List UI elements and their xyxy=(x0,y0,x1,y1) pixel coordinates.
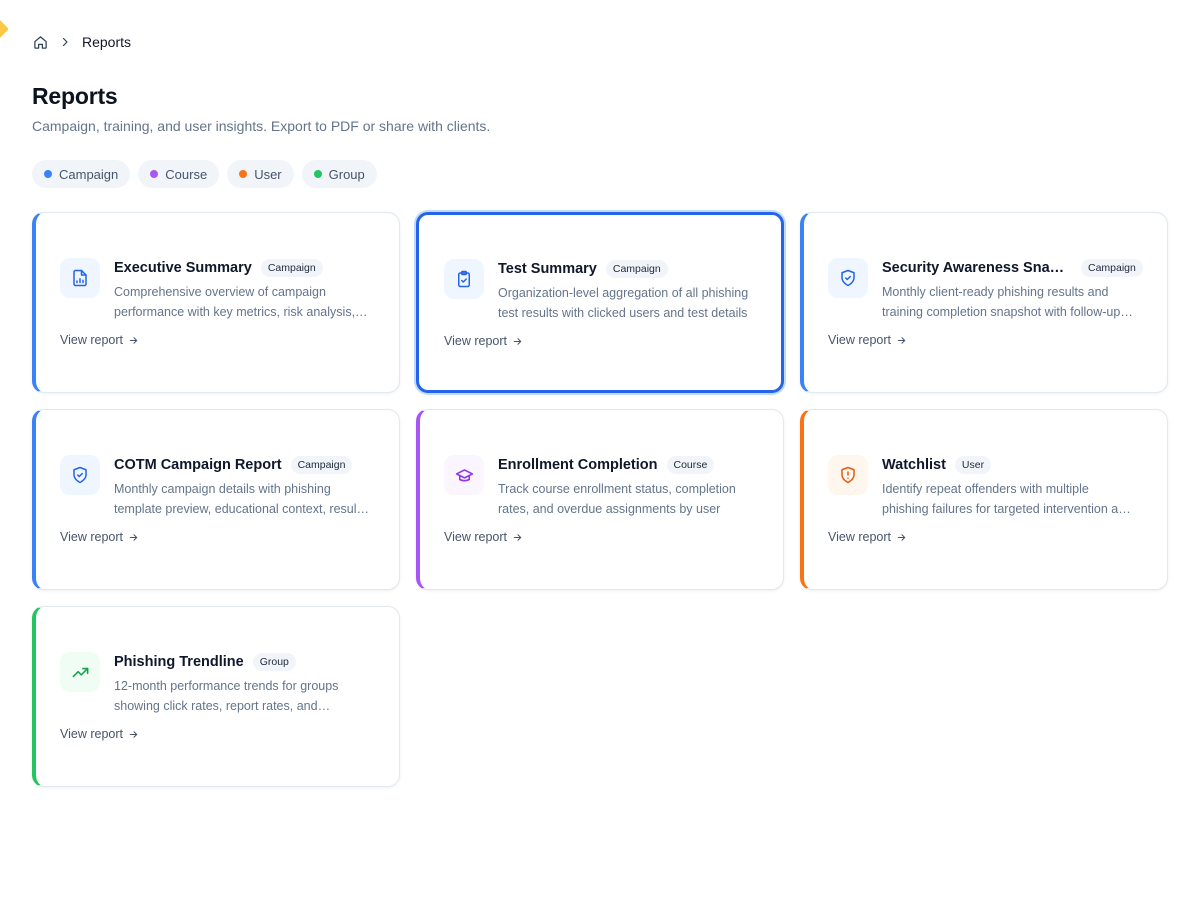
arrow-right-icon xyxy=(513,337,522,345)
chevron-right-icon xyxy=(58,35,72,49)
legend-dot xyxy=(150,170,159,178)
report-card-grid: Executive Summary Campaign Comprehensive… xyxy=(32,212,1168,787)
view-report-link[interactable]: View report xyxy=(444,334,523,348)
view-report-label: View report xyxy=(828,530,891,544)
corner-decoration xyxy=(0,19,9,39)
view-report-label: View report xyxy=(444,530,507,544)
report-type-badge: Campaign xyxy=(1081,259,1143,277)
breadcrumb-current: Reports xyxy=(82,34,132,50)
legend-label: Campaign xyxy=(59,166,119,182)
report-card-phishing-trendline[interactable]: Phishing Trendline Group 12-month perfor… xyxy=(32,606,400,787)
view-report-label: View report xyxy=(828,333,891,347)
view-report-link[interactable]: View report xyxy=(60,530,139,544)
report-card-enrollment-completion[interactable]: Enrollment Completion Course Track cours… xyxy=(416,409,784,590)
view-report-link[interactable]: View report xyxy=(828,530,907,544)
report-type-badge: Campaign xyxy=(260,259,323,277)
shield-check-icon xyxy=(828,258,868,298)
file-chart-icon xyxy=(60,258,100,298)
report-title: Security Awareness Snapshot xyxy=(882,260,1072,276)
legend-dot xyxy=(313,170,322,178)
report-type-badge: User xyxy=(954,456,992,474)
view-report-link[interactable]: View report xyxy=(828,333,907,347)
legend-chip-user[interactable]: User xyxy=(227,160,294,188)
report-type-badge: Course xyxy=(666,456,715,474)
view-report-link[interactable]: View report xyxy=(444,530,523,544)
report-card-executive-summary[interactable]: Executive Summary Campaign Comprehensive… xyxy=(32,212,400,393)
view-report-link[interactable]: View report xyxy=(60,727,139,741)
report-card-security-awareness-snapshot[interactable]: Security Awareness Snapshot Campaign Mon… xyxy=(800,212,1168,393)
report-card-cotm-campaign-report[interactable]: COTM Campaign Report Campaign Monthly ca… xyxy=(32,409,400,590)
view-report-label: View report xyxy=(60,530,123,544)
report-type-badge: Campaign xyxy=(605,260,668,278)
view-report-link[interactable]: View report xyxy=(60,333,139,347)
legend-label: Course xyxy=(165,166,208,182)
arrow-right-icon xyxy=(129,336,138,344)
arrow-right-icon xyxy=(129,730,138,738)
view-report-label: View report xyxy=(444,334,507,348)
home-icon[interactable] xyxy=(32,34,48,50)
report-description: Identify repeat offenders with multiple … xyxy=(882,482,1133,516)
report-card-watchlist[interactable]: Watchlist User Identify repeat offenders… xyxy=(800,409,1168,590)
shield-alert-icon xyxy=(828,455,868,495)
report-title: Phishing Trendline xyxy=(114,654,244,670)
legend-label: User xyxy=(254,166,282,182)
legend-dot xyxy=(44,170,52,178)
report-type-badge: Campaign xyxy=(290,456,353,474)
report-title: Watchlist xyxy=(882,457,946,473)
legend-label: Group xyxy=(328,166,365,182)
view-report-label: View report xyxy=(60,333,123,347)
arrow-right-icon xyxy=(897,336,906,344)
view-report-label: View report xyxy=(60,727,123,741)
arrow-right-icon xyxy=(129,533,138,541)
report-description: Comprehensive overview of campaign perfo… xyxy=(114,285,356,319)
legend-chip-campaign[interactable]: Campaign xyxy=(32,160,131,188)
report-title: Executive Summary xyxy=(114,260,252,276)
arrow-right-icon xyxy=(513,533,522,541)
clipboard-check-icon xyxy=(444,259,484,299)
page-title: Reports xyxy=(32,83,118,109)
report-description: Monthly campaign details with phishing t… xyxy=(114,482,367,516)
report-description: 12-month performance trends for groups s… xyxy=(114,679,339,713)
report-type-legend: Campaign Course User Group xyxy=(32,160,377,188)
report-card-test-summary[interactable]: Test Summary Campaign Organization-level… xyxy=(416,212,784,393)
graduation-cap-icon xyxy=(444,455,484,495)
report-type-badge: Group xyxy=(252,653,296,671)
report-title: Enrollment Completion xyxy=(498,457,658,473)
shield-check-icon xyxy=(60,455,100,495)
report-title: COTM Campaign Report xyxy=(114,457,282,473)
report-description: Monthly client-ready phishing results an… xyxy=(882,285,1121,319)
report-title: Test Summary xyxy=(498,261,597,277)
legend-chip-course[interactable]: Course xyxy=(138,160,220,188)
page-subtitle: Campaign, training, and user insights. E… xyxy=(32,118,491,134)
report-description: Organization-level aggregation of all ph… xyxy=(498,286,749,320)
arrow-right-icon xyxy=(897,533,906,541)
report-description: Track course enrollment status, completi… xyxy=(498,482,736,516)
trending-up-icon xyxy=(60,652,100,692)
legend-chip-group[interactable]: Group xyxy=(301,160,377,188)
breadcrumb: Reports xyxy=(32,32,131,52)
legend-dot xyxy=(239,170,248,178)
